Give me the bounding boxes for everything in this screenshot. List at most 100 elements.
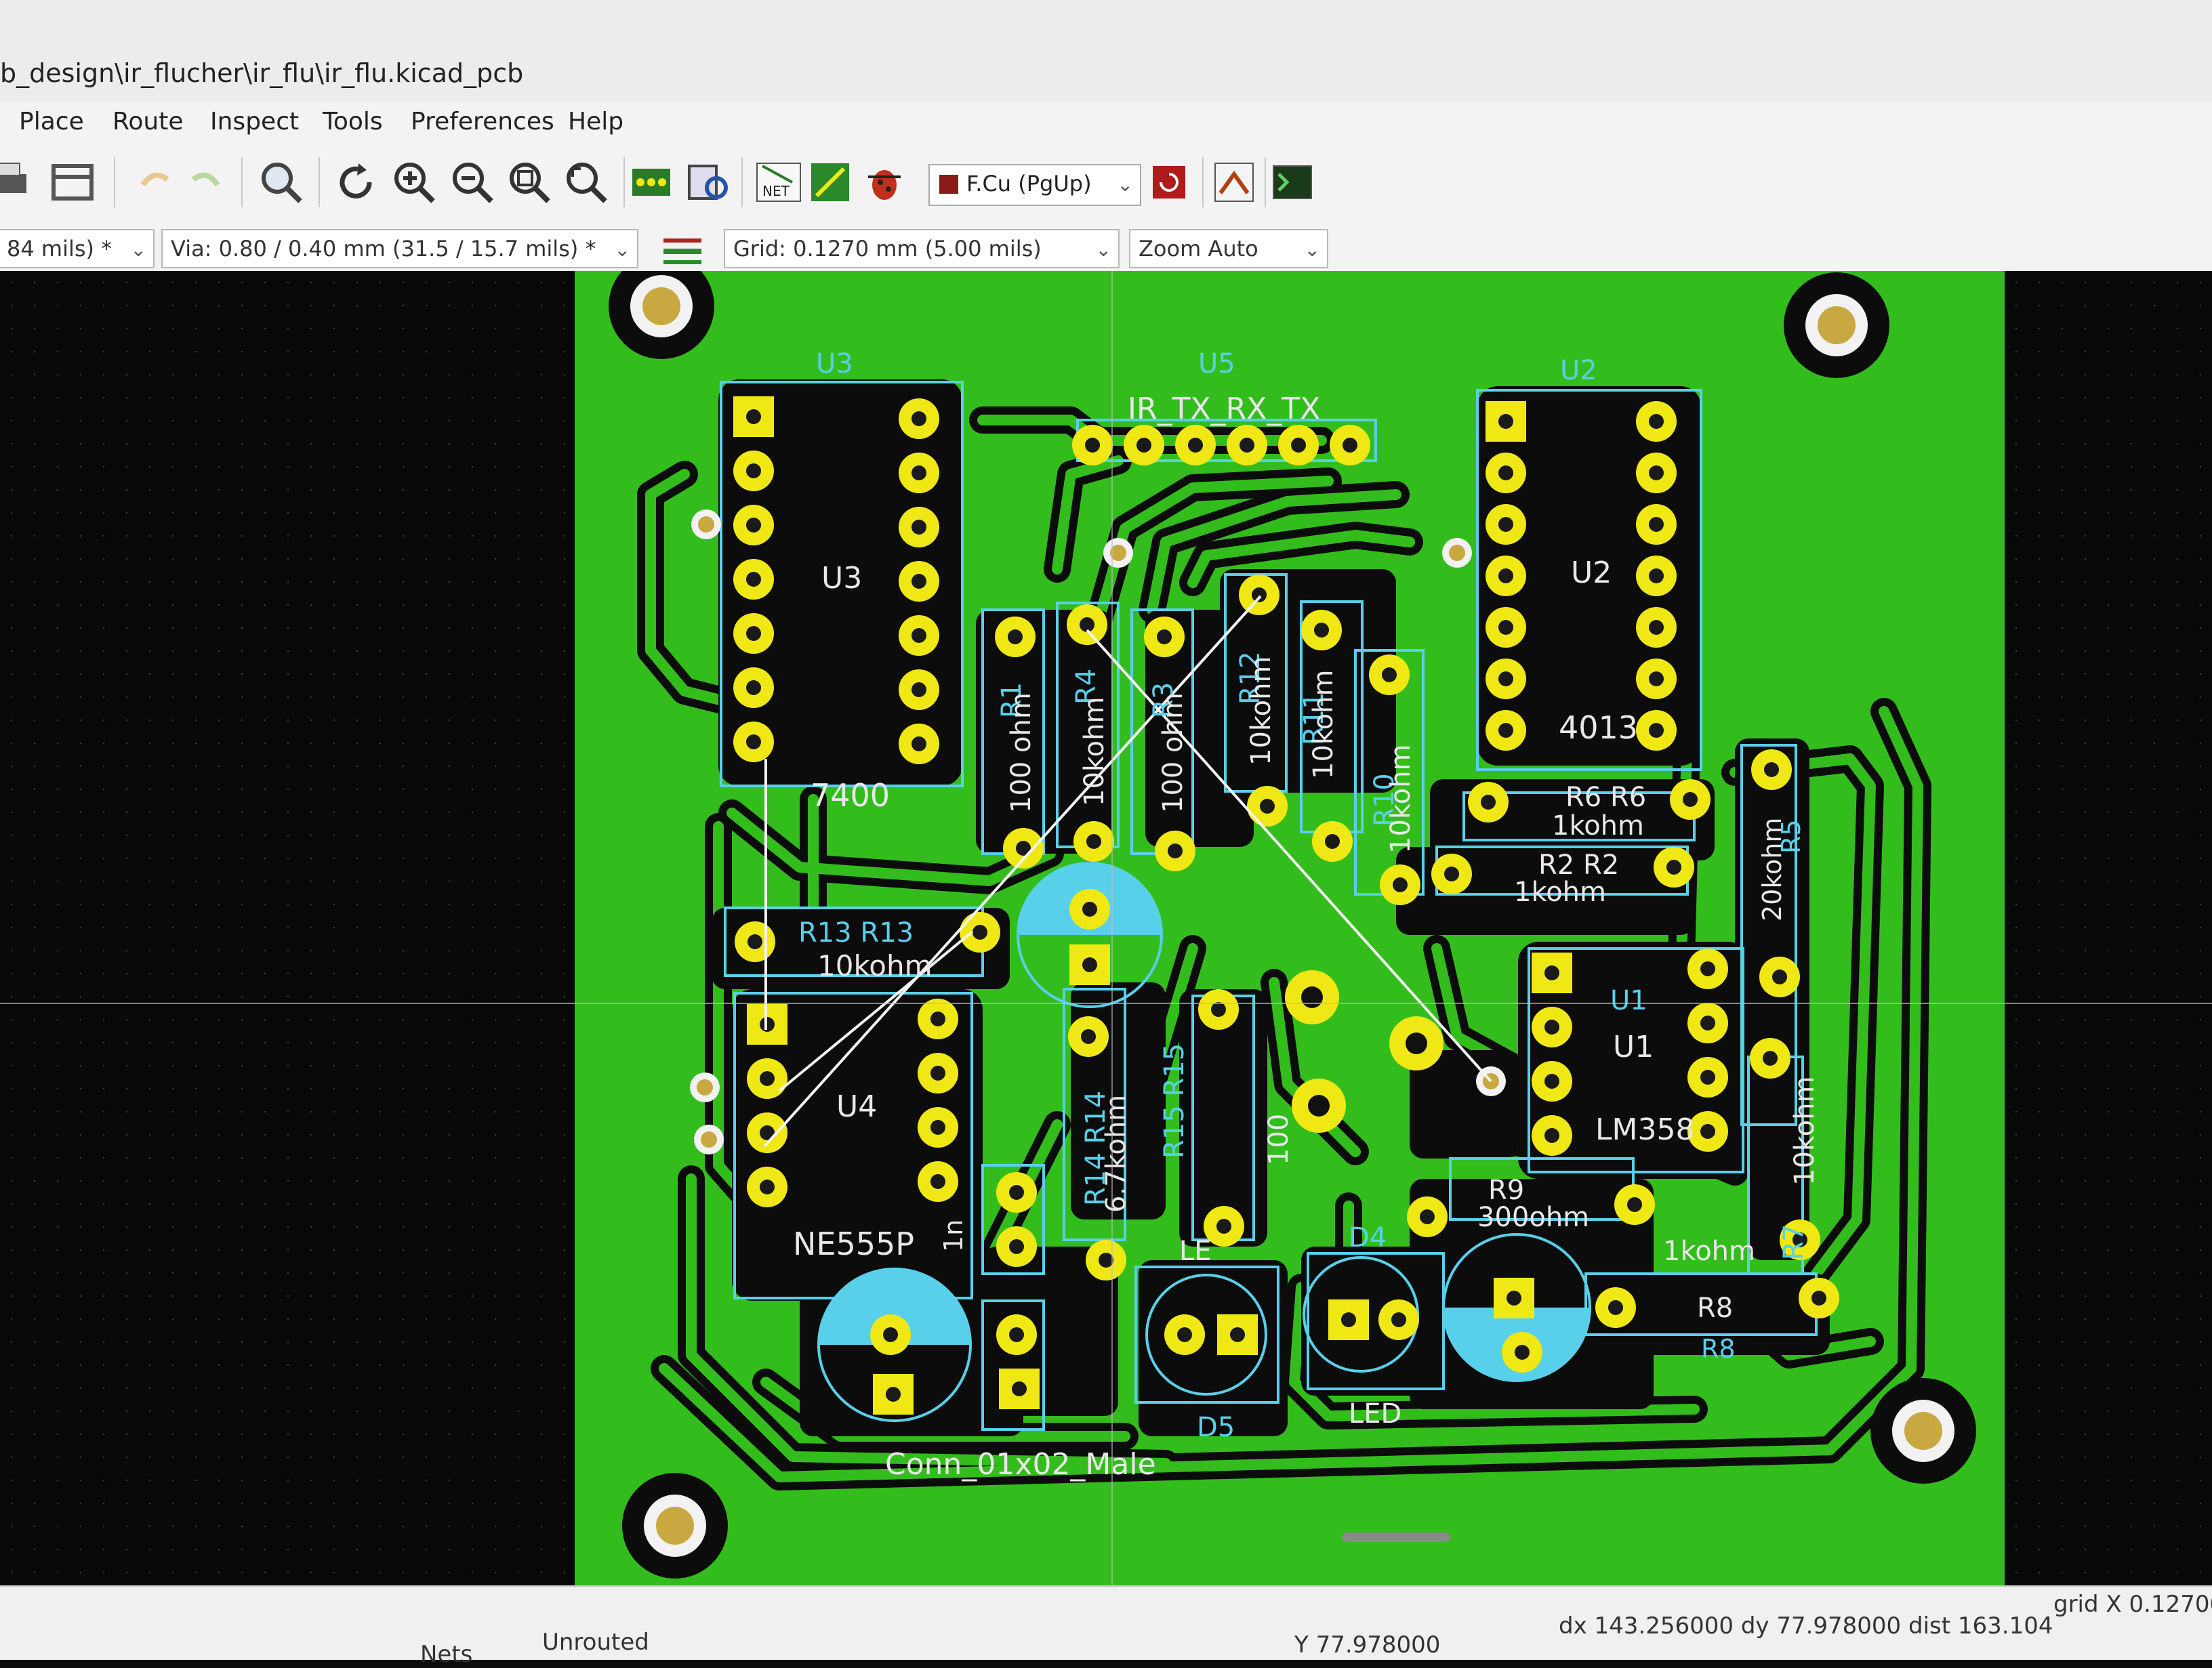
label-r1-value: 100 ohm xyxy=(1006,692,1037,813)
pad-hole xyxy=(1382,667,1397,682)
print-icon[interactable] xyxy=(0,154,35,210)
plot-icon[interactable] xyxy=(45,154,100,210)
track-width-value: 84 mils) * xyxy=(7,236,112,262)
label-r9-value: 300ohm xyxy=(1477,1202,1589,1233)
pad-hole xyxy=(1700,1124,1715,1139)
zoom-out-icon[interactable] xyxy=(445,154,500,210)
pad-hole xyxy=(912,411,926,426)
menu-preferences[interactable]: Preferences xyxy=(411,102,554,142)
zoom-in-icon[interactable] xyxy=(386,154,442,210)
chevron-down-icon: ⌄ xyxy=(1117,173,1133,196)
label-r15: R15 R15 xyxy=(1159,1043,1190,1159)
label-r11-value: 10kohm xyxy=(1308,670,1339,779)
pad-hole xyxy=(1211,1002,1226,1017)
pad-hole xyxy=(746,734,761,749)
label-led-a: LE xyxy=(1179,1236,1212,1267)
label-u2-value: 4013 xyxy=(1559,709,1638,746)
label-r6: R6 R6 xyxy=(1565,782,1646,813)
menu-tools[interactable]: Tools xyxy=(323,102,383,142)
pad-hole xyxy=(886,1387,901,1402)
aux-toolbar: 84 mils) * ⌄ Via: 0.80 / 0.40 mm (31.5 /… xyxy=(0,224,2212,272)
status-bar: Nets Unrouted Y 77.978000 dx 143.256000 … xyxy=(0,1585,2212,1668)
via-size-select[interactable]: Via: 0.80 / 0.40 mm (31.5 / 15.7 mils) *… xyxy=(161,229,638,268)
pad-hole xyxy=(1420,1209,1435,1224)
pad-hole xyxy=(746,463,761,478)
footprint-library-icon[interactable] xyxy=(623,154,679,210)
pad-hole xyxy=(1544,1020,1559,1035)
pad-hole xyxy=(912,736,926,751)
pad-hole xyxy=(746,518,761,533)
pad-hole xyxy=(1627,1197,1642,1212)
label-u4: U4 xyxy=(836,1089,877,1124)
pad-hole xyxy=(1544,1128,1559,1143)
pad-hole xyxy=(1498,620,1513,635)
pad-hole xyxy=(1700,1016,1715,1030)
pad-hole xyxy=(1515,1345,1530,1360)
zoom-value: Zoom Auto xyxy=(1139,236,1258,262)
redo-icon[interactable] xyxy=(179,154,234,210)
label-u2-top: U2 xyxy=(1560,355,1597,386)
pad-hole xyxy=(1393,877,1408,892)
pad-hole xyxy=(930,1012,945,1026)
menu-inspect[interactable]: Inspect xyxy=(210,102,299,142)
pad-hole xyxy=(1252,587,1267,602)
pad-hole xyxy=(1291,438,1306,453)
label-u2: U2 xyxy=(1571,556,1612,590)
track-autowidth-icon[interactable] xyxy=(655,221,710,276)
pad-hole xyxy=(1649,465,1664,480)
pcb-canvas[interactable]: IR_TX_RX_TX U3 U3 7400 U5 U2 U2 4013 U4 NE555P U1 U… xyxy=(0,271,2212,1585)
menu-route[interactable]: Route xyxy=(112,102,184,142)
label-u1-value: LM358 xyxy=(1595,1112,1694,1147)
label-u3-top: U3 xyxy=(816,348,853,379)
menu-help[interactable]: Help xyxy=(568,102,623,142)
microwave-tools-icon[interactable] xyxy=(1206,154,1262,210)
layer-color-swatch xyxy=(939,175,958,194)
pad-hole xyxy=(1086,834,1101,849)
pad-hole xyxy=(912,682,926,697)
drc-bug-icon[interactable] xyxy=(857,154,912,210)
pad-hole xyxy=(1085,438,1100,453)
label-d4: D4 xyxy=(1349,1222,1387,1253)
zoom-select[interactable]: Zoom Auto ⌄ xyxy=(1129,229,1328,268)
menu-place[interactable]: Place xyxy=(19,102,84,142)
grid-select[interactable]: Grid: 0.1270 mm (5.00 mils) ⌄ xyxy=(724,229,1120,268)
zoom-fit-icon[interactable] xyxy=(501,154,557,210)
cursor-crosshair-vertical xyxy=(1111,271,1113,1585)
pad-hole xyxy=(1683,792,1698,807)
scripting-console-icon[interactable] xyxy=(1265,154,1320,210)
footprint-viewer-icon[interactable] xyxy=(680,154,736,210)
pad-hole xyxy=(1444,867,1459,881)
pad-hole xyxy=(1608,1300,1623,1315)
find-icon[interactable] xyxy=(253,154,309,210)
pad-hole xyxy=(1811,1291,1826,1306)
label-u3: U3 xyxy=(821,561,862,596)
label-r14-value: 6.7kohm xyxy=(1101,1095,1132,1213)
pad-hole xyxy=(747,934,762,949)
layer-pair-icon[interactable] xyxy=(1141,154,1197,210)
chevron-down-icon: ⌄ xyxy=(1304,238,1320,261)
track-width-select[interactable]: 84 mils) * ⌄ xyxy=(0,229,155,268)
pad-hole xyxy=(1009,1327,1024,1342)
layer-select[interactable]: F.Cu (PgUp) ⌄ xyxy=(928,164,1141,206)
pad-hole xyxy=(1700,961,1715,976)
update-pcb-icon[interactable] xyxy=(802,154,858,210)
label-r2-value: 1kohm xyxy=(1514,877,1606,908)
label-r13-value: 10kohm xyxy=(817,949,933,982)
netlist-icon[interactable]: NET xyxy=(751,154,806,210)
pad-hole xyxy=(1700,1070,1715,1085)
undo-icon[interactable] xyxy=(126,154,182,210)
status-unrouted: Unrouted xyxy=(542,1629,649,1656)
connector-label: IR_TX_RX_TX xyxy=(1128,392,1320,426)
refresh-icon[interactable] xyxy=(328,154,384,210)
pad-hole xyxy=(1314,623,1329,638)
pad-hole xyxy=(1481,795,1496,810)
pad-hole xyxy=(1012,1381,1027,1396)
horizontal-scrollbar[interactable] xyxy=(1342,1533,1450,1542)
pad-hole xyxy=(1240,438,1254,453)
label-r12-value: 10kohm xyxy=(1246,656,1277,766)
chevron-down-icon: ⌄ xyxy=(1095,238,1111,261)
zoom-selection-icon[interactable] xyxy=(558,154,614,210)
pad-hole xyxy=(1009,1185,1024,1200)
pad-hole xyxy=(1498,465,1513,480)
pad-hole xyxy=(1649,620,1664,635)
